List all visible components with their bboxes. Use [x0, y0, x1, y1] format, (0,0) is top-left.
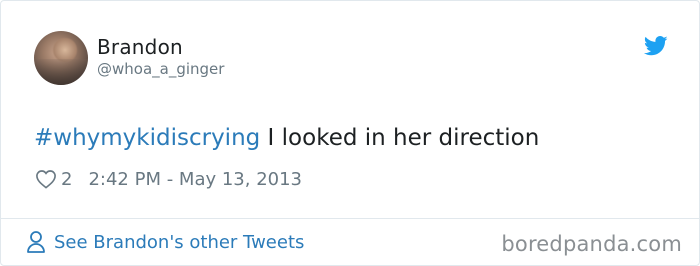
divider [1, 218, 699, 219]
tweet-text: #whymykidiscrying I looked in her direct… [34, 125, 539, 151]
heart-icon[interactable] [35, 169, 57, 189]
avatar-body [34, 59, 88, 85]
timestamp-link[interactable]: 2:42 PM - May 13, 2013 [88, 169, 302, 190]
twitter-bird-icon[interactable] [644, 36, 668, 56]
person-icon [27, 231, 45, 253]
user-name[interactable]: Brandon [97, 35, 183, 59]
avatar[interactable] [34, 31, 88, 85]
see-other-tweets-link[interactable]: See Brandon's other Tweets [26, 230, 304, 254]
hashtag-link[interactable]: #whymykidiscrying [34, 125, 260, 151]
user-handle[interactable]: @whoa_a_ginger [97, 60, 224, 78]
tweet-meta: 2 2:42 PM - May 13, 2013 [35, 167, 302, 191]
see-other-tweets-label: See Brandon's other Tweets [54, 231, 305, 253]
watermark: boredpanda.com [501, 232, 682, 256]
tweet-body: I looked in her direction [260, 125, 540, 151]
like-count: 2 [61, 168, 73, 190]
tweet-card: Brandon @whoa_a_ginger #whymykidiscrying… [0, 0, 700, 266]
